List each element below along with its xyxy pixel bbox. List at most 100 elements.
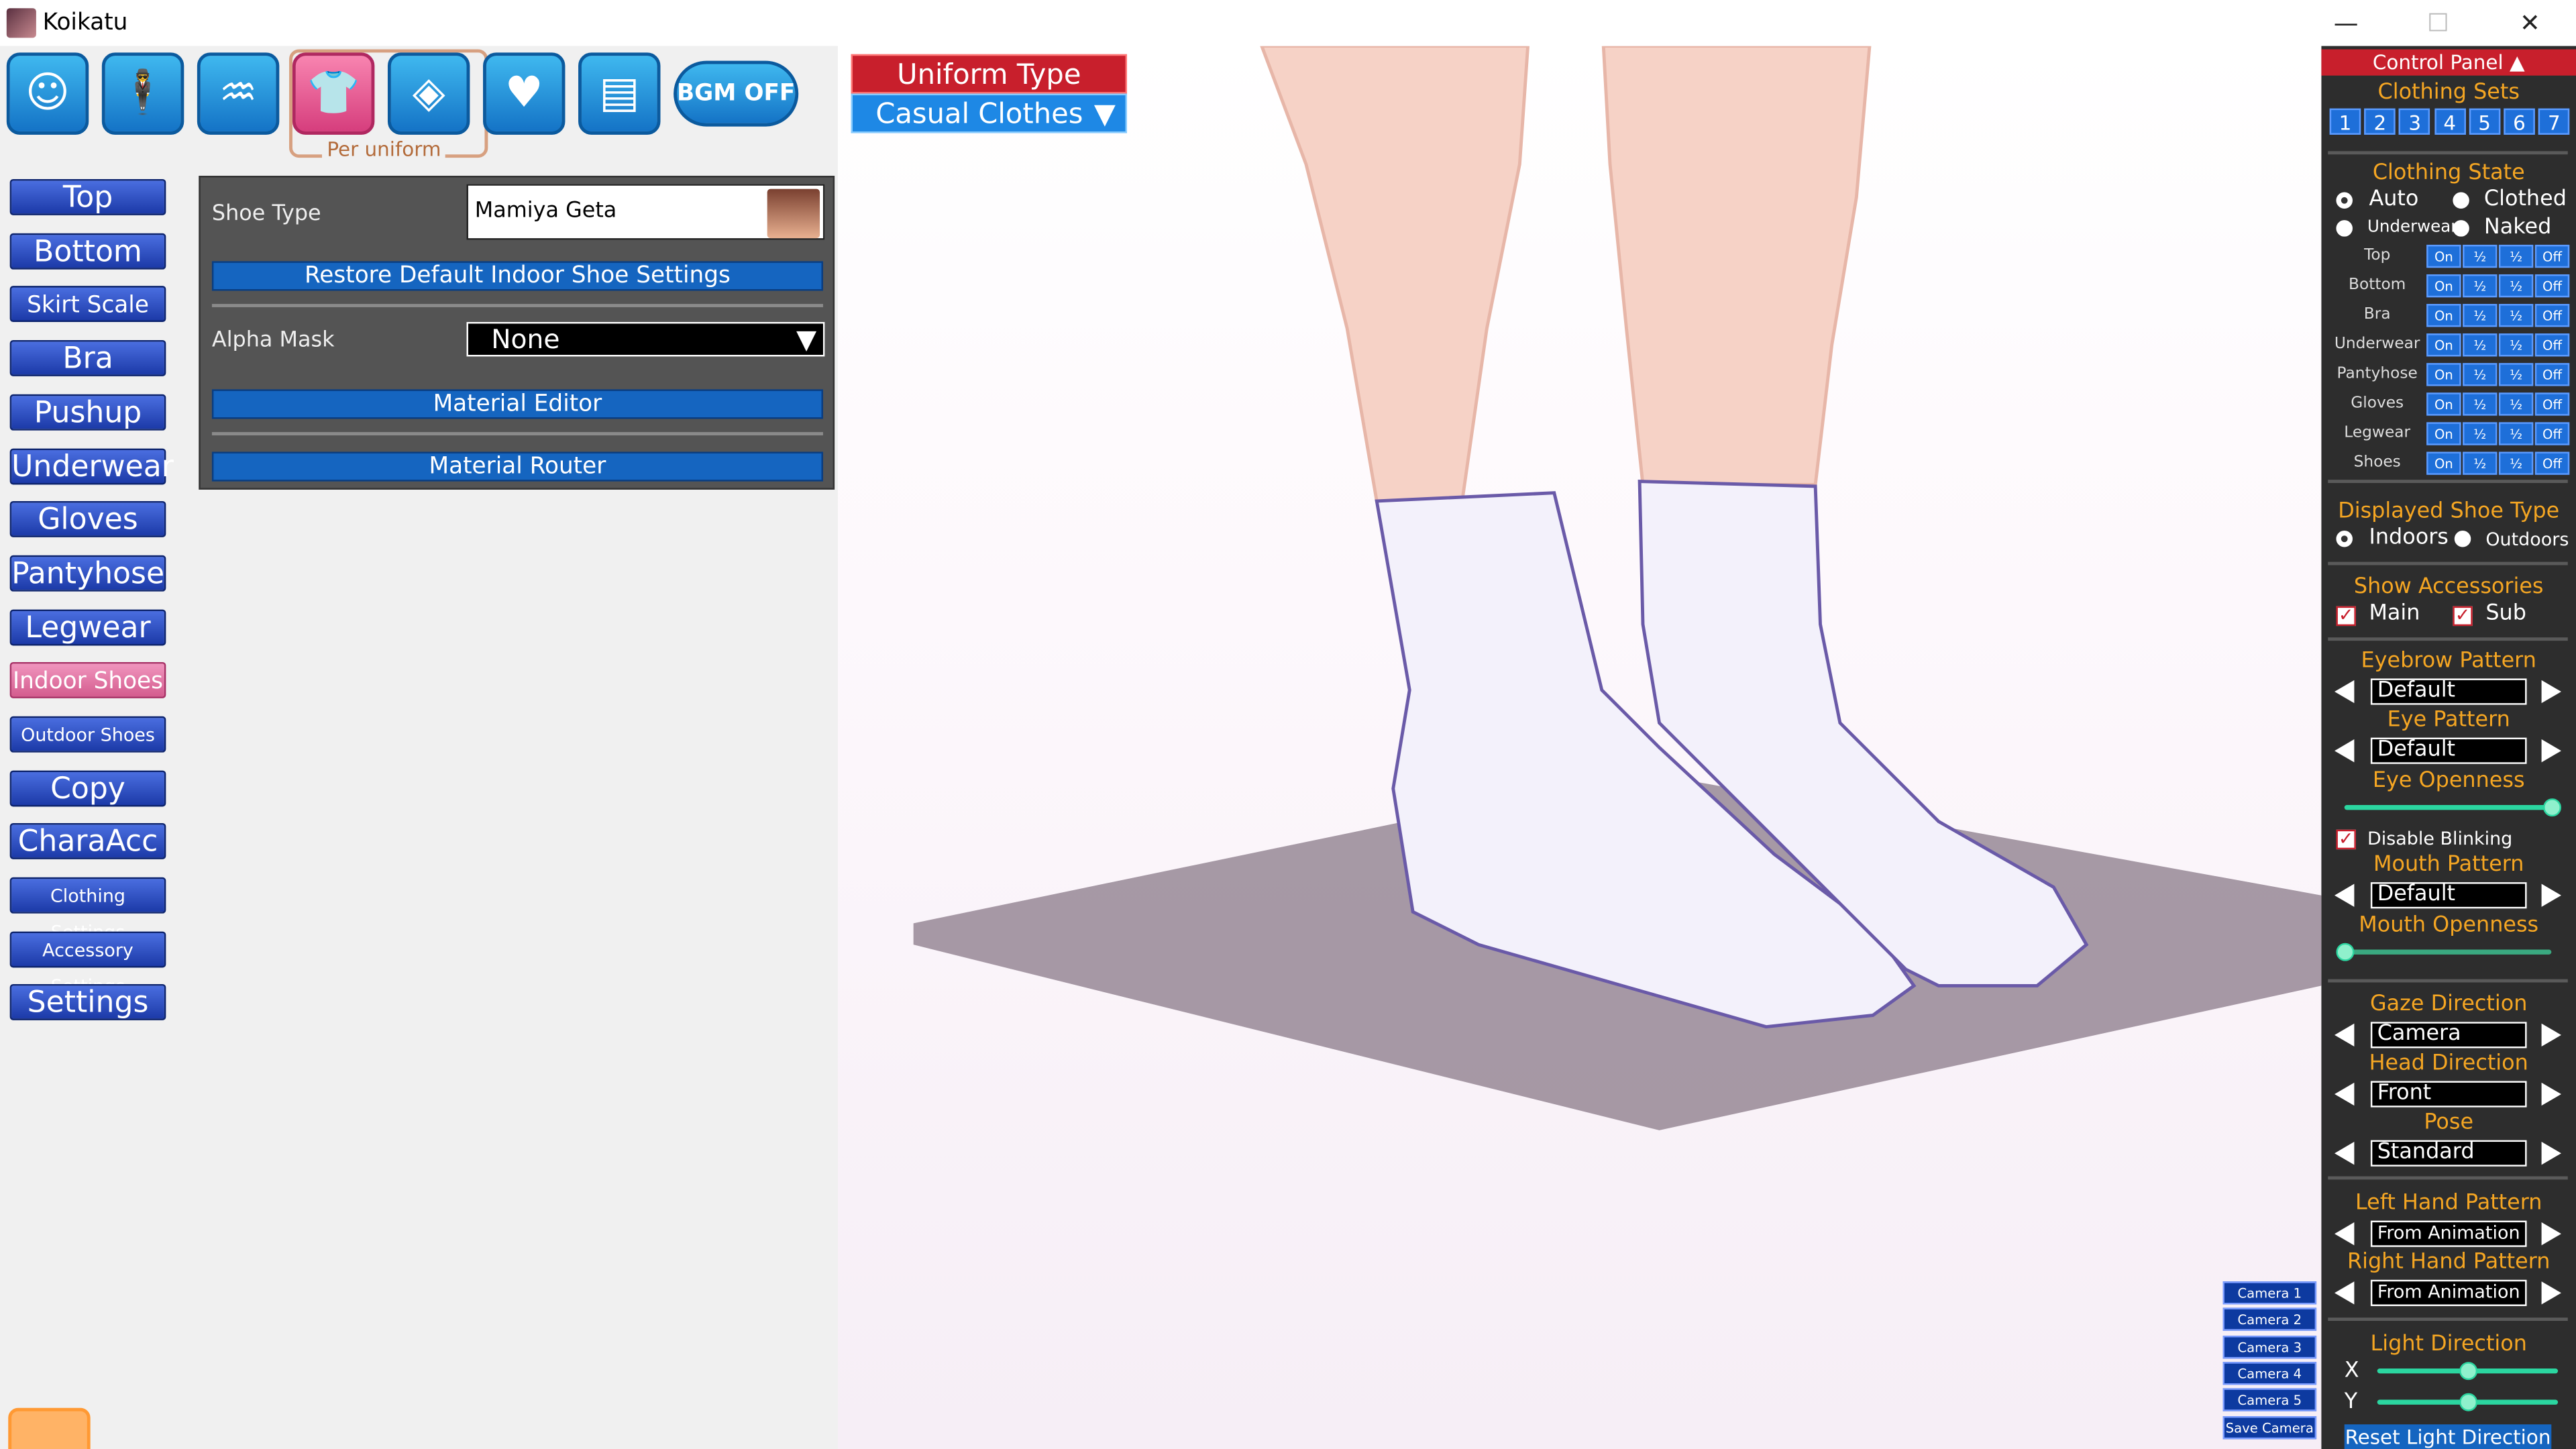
- state-top-half1-button[interactable]: ½: [2463, 244, 2498, 268]
- eye-openness-handle[interactable]: [2543, 798, 2561, 817]
- state-top-off-button[interactable]: Off: [2534, 244, 2570, 268]
- face-icon[interactable]: ☺: [6, 52, 89, 135]
- state-bottom-on-button[interactable]: On: [2426, 274, 2461, 298]
- state-auto-radio[interactable]: [2336, 192, 2353, 209]
- restore-default-shoe-button[interactable]: Restore Default Indoor Shoe Settings: [211, 261, 823, 291]
- exit-icon[interactable]: [8, 1407, 91, 1449]
- gaze-prev-icon[interactable]: [2334, 1023, 2355, 1047]
- state-gloves-on-button[interactable]: On: [2426, 392, 2461, 416]
- state-underwear-half2-button[interactable]: ½: [2498, 333, 2534, 357]
- minimize-button[interactable]: —: [2300, 0, 2392, 46]
- category-settings-button[interactable]: Settings: [9, 983, 166, 1020]
- state-shoes-on-button[interactable]: On: [2426, 451, 2461, 475]
- right-hand-select[interactable]: From Animation: [2370, 1279, 2527, 1306]
- right-hand-next-icon[interactable]: [2541, 1281, 2561, 1305]
- mouth-openness-handle[interactable]: [2336, 943, 2355, 961]
- light-x-handle[interactable]: [2459, 1362, 2478, 1381]
- material-router-button[interactable]: Material Router: [211, 451, 823, 482]
- category-clothing-settings-button[interactable]: Clothing Settings: [9, 877, 166, 943]
- category-gloves-button[interactable]: Gloves: [9, 500, 166, 537]
- camera-2-button[interactable]: Camera 2: [2222, 1308, 2317, 1332]
- mouth-next-icon[interactable]: [2541, 883, 2561, 907]
- category-legwear-button[interactable]: Legwear: [9, 609, 166, 646]
- state-legwear-half2-button[interactable]: ½: [2498, 422, 2534, 445]
- state-shoes-half2-button[interactable]: ½: [2498, 451, 2534, 475]
- state-bottom-half1-button[interactable]: ½: [2463, 274, 2498, 298]
- head-prev-icon[interactable]: [2334, 1082, 2355, 1106]
- state-pantyhose-on-button[interactable]: On: [2426, 363, 2461, 386]
- mouth-pattern-select[interactable]: Default: [2370, 882, 2527, 909]
- state-bra-half2-button[interactable]: ½: [2498, 304, 2534, 327]
- state-underwear-off-button[interactable]: Off: [2534, 333, 2570, 357]
- state-gloves-half1-button[interactable]: ½: [2463, 392, 2498, 416]
- camera-1-button[interactable]: Camera 1: [2222, 1281, 2317, 1305]
- head-direction-select[interactable]: Front: [2370, 1081, 2527, 1108]
- clothing-set-2-button[interactable]: 2: [2364, 108, 2396, 135]
- eyebrow-pattern-select[interactable]: Default: [2370, 678, 2527, 705]
- clothing-set-1-button[interactable]: 1: [2329, 108, 2361, 135]
- mouth-openness-slider[interactable]: [2344, 949, 2552, 955]
- 3d-viewport[interactable]: [837, 46, 2322, 1449]
- heart-icon[interactable]: ♥: [483, 52, 566, 135]
- accessory-icon[interactable]: ◈: [387, 52, 470, 135]
- light-y-handle[interactable]: [2459, 1393, 2478, 1411]
- reset-light-direction-button[interactable]: Reset Light Direction: [2344, 1424, 2552, 1449]
- category-bra-button[interactable]: Bra: [9, 339, 166, 376]
- state-pantyhose-off-button[interactable]: Off: [2534, 363, 2570, 386]
- eye-next-icon[interactable]: [2541, 739, 2561, 763]
- left-hand-select[interactable]: From Animation: [2370, 1220, 2527, 1247]
- category-underwear-button[interactable]: Underwear: [9, 448, 174, 485]
- body-icon[interactable]: 🕴: [101, 52, 184, 135]
- bgm-toggle-button[interactable]: BGM OFF: [674, 60, 799, 127]
- accessory-main-checkbox[interactable]: ✓: [2336, 606, 2356, 627]
- clothing-set-4-button[interactable]: 4: [2434, 108, 2465, 135]
- clothing-set-7-button[interactable]: 7: [2538, 108, 2570, 135]
- clothes-icon[interactable]: 👕: [292, 52, 375, 135]
- clothing-set-3-button[interactable]: 3: [2399, 108, 2431, 135]
- indoors-radio[interactable]: [2336, 531, 2353, 547]
- camera-5-button[interactable]: Camera 5: [2222, 1388, 2317, 1412]
- category-pushup-button[interactable]: Pushup: [9, 394, 166, 431]
- state-underwear-on-button[interactable]: On: [2426, 333, 2461, 357]
- category-indoor-shoes-button[interactable]: Indoor Shoes: [9, 661, 166, 698]
- state-legwear-half1-button[interactable]: ½: [2463, 422, 2498, 445]
- camera-4-button[interactable]: Camera 4: [2222, 1361, 2317, 1385]
- state-top-half2-button[interactable]: ½: [2498, 244, 2534, 268]
- clothing-set-5-button[interactable]: 5: [2469, 108, 2500, 135]
- category-copy-button[interactable]: Copy: [9, 770, 166, 807]
- category-outdoor-shoes-button[interactable]: Outdoor Shoes: [9, 716, 166, 753]
- state-pantyhose-half1-button[interactable]: ½: [2463, 363, 2498, 386]
- document-icon[interactable]: ▤: [578, 52, 661, 135]
- gaze-next-icon[interactable]: [2541, 1023, 2561, 1047]
- state-bra-half1-button[interactable]: ½: [2463, 304, 2498, 327]
- state-pantyhose-half2-button[interactable]: ½: [2498, 363, 2534, 386]
- eye-prev-icon[interactable]: [2334, 739, 2355, 763]
- state-clothed-radio[interactable]: [2453, 192, 2469, 209]
- state-shoes-off-button[interactable]: Off: [2534, 451, 2570, 475]
- category-charaacc-button[interactable]: CharaAcc: [9, 822, 166, 859]
- state-underwear-half1-button[interactable]: ½: [2463, 333, 2498, 357]
- pose-prev-icon[interactable]: [2334, 1142, 2355, 1165]
- maximize-button[interactable]: ☐: [2392, 0, 2484, 46]
- accessory-sub-checkbox[interactable]: ✓: [2453, 606, 2473, 627]
- state-gloves-off-button[interactable]: Off: [2534, 392, 2570, 416]
- disable-blinking-checkbox[interactable]: ✓: [2336, 830, 2356, 850]
- state-bra-on-button[interactable]: On: [2426, 304, 2461, 327]
- save-camera-button[interactable]: Save Camera: [2222, 1415, 2317, 1439]
- category-top-button[interactable]: Top: [9, 178, 166, 215]
- eyebrow-next-icon[interactable]: [2541, 680, 2561, 704]
- category-bottom-button[interactable]: Bottom: [9, 233, 166, 270]
- state-top-on-button[interactable]: On: [2426, 244, 2461, 268]
- state-gloves-half2-button[interactable]: ½: [2498, 392, 2534, 416]
- state-legwear-off-button[interactable]: Off: [2534, 422, 2570, 445]
- clothing-set-6-button[interactable]: 6: [2504, 108, 2535, 135]
- outdoors-radio[interactable]: [2454, 531, 2471, 547]
- head-next-icon[interactable]: [2541, 1082, 2561, 1106]
- eye-pattern-select[interactable]: Default: [2370, 737, 2527, 764]
- state-legwear-on-button[interactable]: On: [2426, 422, 2461, 445]
- pose-next-icon[interactable]: [2541, 1142, 2561, 1165]
- uniform-type-dropdown[interactable]: Casual Clothes ▼: [851, 93, 1128, 133]
- eye-openness-slider[interactable]: [2344, 805, 2552, 810]
- category-accessory-settings-button[interactable]: Accessory Settings: [9, 931, 166, 998]
- camera-3-button[interactable]: Camera 3: [2222, 1335, 2317, 1358]
